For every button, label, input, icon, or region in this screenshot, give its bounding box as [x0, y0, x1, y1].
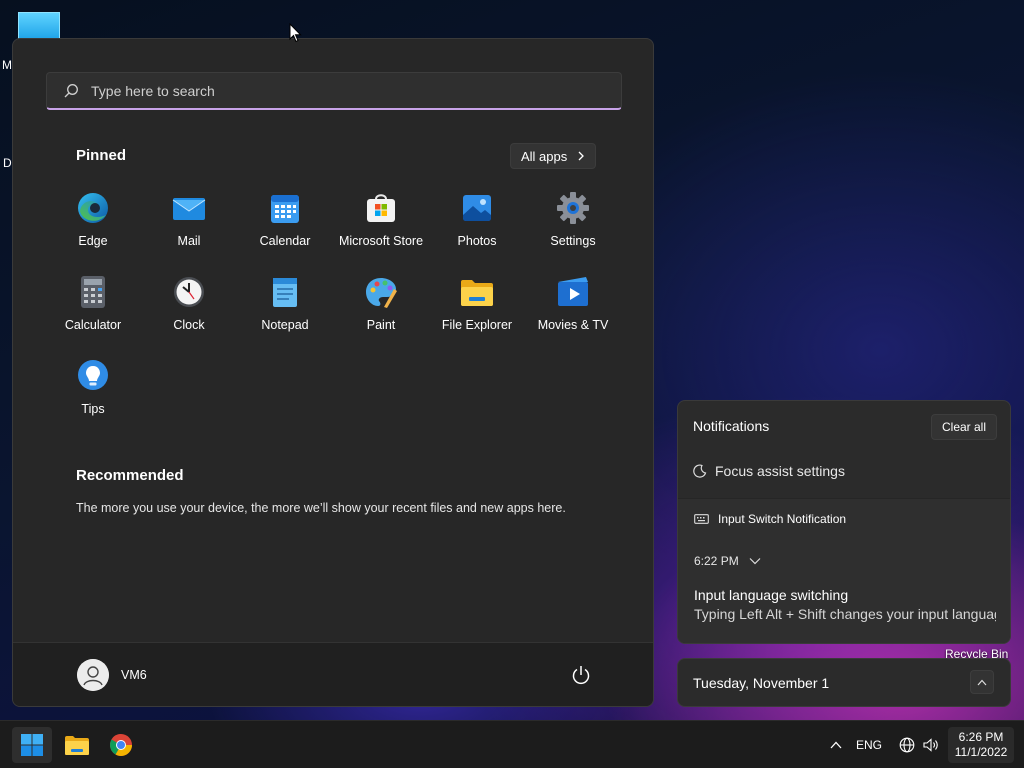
- chevron-up-icon: [977, 679, 987, 685]
- recommended-title: Recommended: [76, 467, 184, 484]
- start-menu: Pinned All apps Edge: [12, 38, 654, 707]
- focus-assist-settings[interactable]: Focus assist settings: [693, 463, 845, 479]
- pinned-app-edge[interactable]: Edge: [45, 189, 141, 273]
- recommended-empty-text: The more you use your device, the more w…: [76, 501, 566, 515]
- search-input[interactable]: [91, 82, 571, 99]
- clock-icon: [172, 275, 206, 309]
- store-icon: [364, 191, 398, 225]
- pinned-app-label: Clock: [173, 318, 205, 332]
- pinned-app-calculator[interactable]: Calculator: [45, 273, 141, 357]
- desktop-icon-label: M: [2, 58, 12, 72]
- pinned-app-paint[interactable]: Paint: [333, 273, 429, 357]
- all-apps-button[interactable]: All apps: [510, 143, 597, 169]
- taskbar: ENG 6:26 PM 11/1/2022: [0, 720, 1024, 768]
- pinned-app-tips[interactable]: Tips: [45, 357, 141, 441]
- paint-icon: [364, 275, 398, 309]
- taskbar-clock[interactable]: 6:26 PM 11/1/2022: [948, 727, 1014, 763]
- pinned-app-movies-tv[interactable]: Movies & TV: [525, 273, 621, 357]
- pinned-app-label: Paint: [366, 318, 396, 332]
- pinned-app-clock[interactable]: Clock: [141, 273, 237, 357]
- clock-time: 6:26 PM: [958, 730, 1004, 744]
- start-button[interactable]: [12, 727, 52, 763]
- pinned-app-file-explorer[interactable]: File Explorer: [429, 273, 525, 357]
- pinned-app-label: Microsoft Store: [338, 234, 424, 248]
- network-icon[interactable]: [896, 721, 918, 768]
- notification-app-name: Input Switch Notification: [718, 512, 847, 526]
- notification-time-row[interactable]: 6:22 PM: [694, 554, 761, 568]
- calculator-icon: [76, 275, 110, 309]
- notification-body: Typing Left Alt + Shift changes your inp…: [694, 606, 996, 622]
- pinned-app-settings[interactable]: Settings: [525, 189, 621, 273]
- settings-icon: [556, 191, 590, 225]
- calendar-date-panel: Tuesday, November 1: [677, 658, 1011, 707]
- file-explorer-icon: [460, 275, 494, 309]
- pinned-app-label: Calculator: [64, 318, 122, 332]
- movies-tv-icon: [556, 275, 590, 309]
- pinned-title: Pinned: [76, 147, 127, 164]
- photos-icon: [460, 191, 494, 225]
- keyboard-icon: [694, 514, 709, 524]
- edge-icon: [76, 191, 110, 225]
- pinned-app-calendar[interactable]: Calendar: [237, 189, 333, 273]
- show-hidden-icons-button[interactable]: [824, 721, 848, 768]
- pinned-app-mail[interactable]: Mail: [141, 189, 237, 273]
- pinned-app-notepad[interactable]: Notepad: [237, 273, 333, 357]
- chevron-right-icon: [578, 151, 585, 161]
- pinned-app-microsoft-store[interactable]: Microsoft Store: [333, 189, 429, 273]
- windows-logo-icon: [21, 734, 43, 756]
- pinned-app-label: Settings: [550, 234, 596, 248]
- pinned-app-label: Tips: [81, 402, 105, 416]
- calendar-date: Tuesday, November 1: [693, 675, 830, 691]
- taskbar-file-explorer[interactable]: [57, 727, 97, 763]
- notifications-title: Notifications: [693, 418, 770, 434]
- moon-icon: [693, 464, 707, 478]
- notification-card[interactable]: Input Switch Notification 6:22 PM Input …: [678, 498, 1010, 643]
- pinned-app-label: Edge: [78, 234, 108, 248]
- pinned-app-photos[interactable]: Photos: [429, 189, 525, 273]
- notification-time: 6:22 PM: [694, 554, 739, 568]
- pinned-app-label: Calendar: [259, 234, 311, 248]
- pinned-app-label: Photos: [457, 234, 497, 248]
- notification-heading: Input language switching: [694, 587, 849, 603]
- chevron-up-icon: [830, 741, 842, 749]
- pinned-app-label: File Explorer: [441, 318, 513, 332]
- start-footer: VM6: [13, 642, 653, 706]
- power-icon[interactable]: [569, 663, 593, 687]
- file-explorer-icon: [65, 736, 89, 755]
- user-icon: [77, 659, 109, 691]
- user-name[interactable]: VM6: [121, 668, 147, 682]
- pinned-app-label: Notepad: [261, 318, 309, 332]
- chevron-down-icon: [749, 558, 761, 565]
- chrome-icon: [110, 734, 132, 756]
- clock-date: 11/1/2022: [954, 745, 1008, 759]
- notification-app: Input Switch Notification: [694, 512, 846, 526]
- focus-assist-label: Focus assist settings: [715, 463, 845, 479]
- search-icon: [64, 83, 78, 97]
- pinned-app-label: Mail: [177, 234, 201, 248]
- pinned-apps-grid: Edge Mail Calendar Microsoft Store Photo…: [45, 189, 621, 441]
- notepad-icon: [268, 275, 302, 309]
- taskbar-chrome[interactable]: [101, 727, 141, 763]
- search-box[interactable]: [46, 72, 622, 110]
- mail-icon: [172, 191, 206, 225]
- expand-calendar-button[interactable]: [970, 670, 994, 694]
- mouse-cursor-icon: [289, 23, 302, 43]
- pinned-app-label: Movies & TV: [537, 318, 609, 332]
- tips-icon: [76, 359, 110, 393]
- avatar[interactable]: [77, 659, 109, 691]
- notifications-panel: Notifications Clear all Focus assist set…: [677, 400, 1011, 644]
- clear-all-button[interactable]: Clear all: [931, 414, 998, 440]
- calendar-icon: [268, 191, 302, 225]
- volume-icon[interactable]: [920, 721, 942, 768]
- all-apps-label: All apps: [521, 148, 568, 164]
- input-language-indicator[interactable]: ENG: [852, 721, 886, 768]
